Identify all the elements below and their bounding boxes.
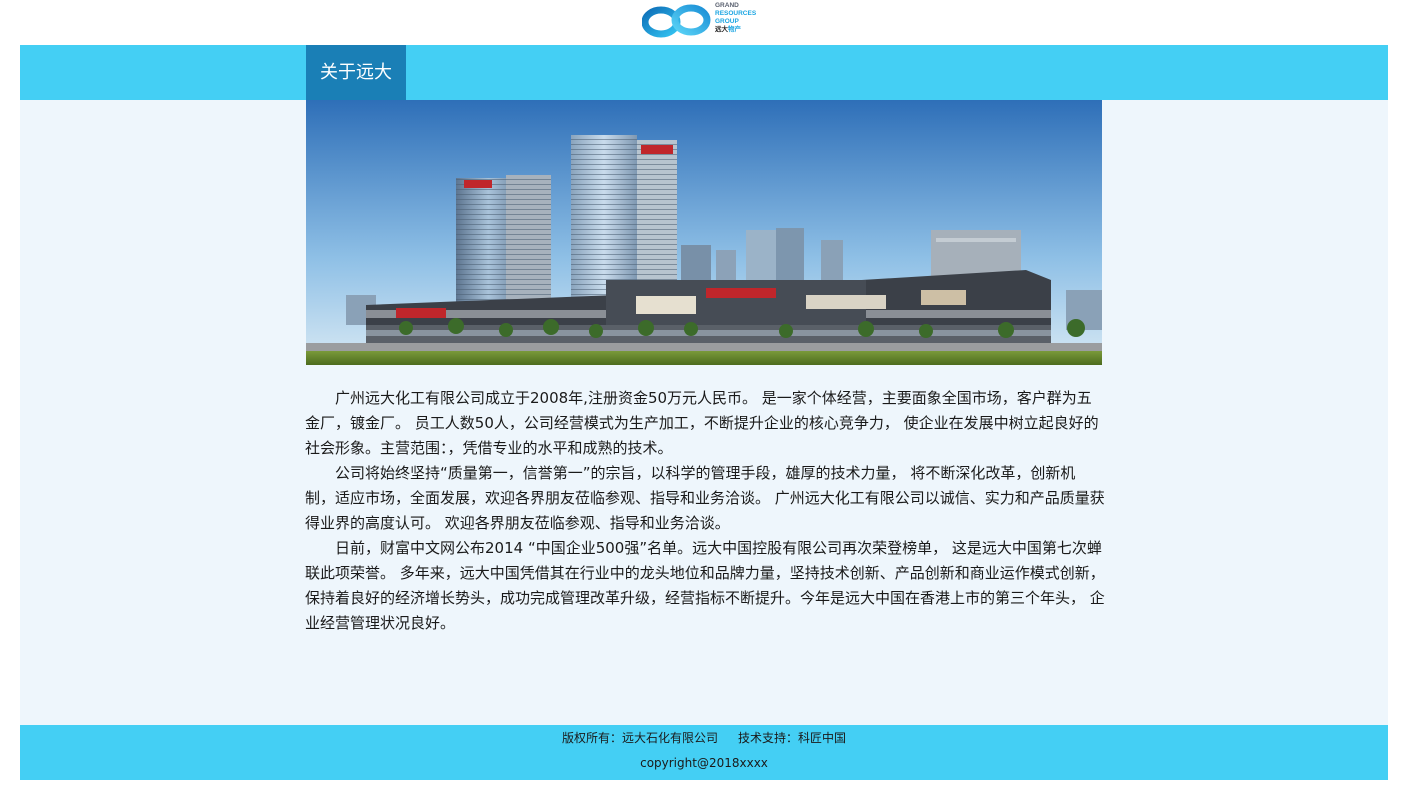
infinity-logo-icon [641, 4, 711, 38]
logo-line-resources: RESOURCES [715, 10, 757, 17]
nav-tab-about[interactable]: 关于远大 [306, 45, 406, 100]
footer-copyright: copyright@2018xxxx [640, 756, 768, 770]
logo-chinese-a: 远大 [715, 26, 728, 33]
site-header: GRAND RESOURCES GROUP 远大物产 [0, 0, 1410, 45]
building-illustration [306, 100, 1102, 365]
logo-line-chinese: 远大物产 [715, 26, 775, 34]
article-paragraph-2: 公司将始终坚持“质量第一，信誉第一”的宗旨，以科学的管理手段，雄厚的技术力量， … [305, 464, 1105, 532]
main-nav-bar: 关于远大 [20, 45, 1388, 100]
article-paragraph-3: 日前，财富中文网公布2014 “中国企业500强”名单。远大中国控股有限公司再次… [305, 539, 1105, 632]
company-logo[interactable]: GRAND RESOURCES GROUP 远大物产 [641, 2, 768, 42]
logo-line-grand: GRAND [715, 2, 739, 9]
footer-tech-support: 技术支持：科匠中国 [738, 731, 847, 745]
about-article: 广州远大化工有限公司成立于2008年,注册资金50万元人民币。 是一家个体经营，… [305, 386, 1105, 636]
logo-wordmark: GRAND RESOURCES GROUP 远大物产 [715, 2, 775, 34]
logo-line-group: GROUP [715, 18, 739, 25]
main-content: 广州远大化工有限公司成立于2008年,注册资金50万元人民币。 是一家个体经营，… [20, 100, 1388, 725]
footer-copyright-owner: 版权所有：远大石化有限公司 [561, 731, 718, 745]
logo-chinese-b: 物产 [728, 26, 741, 33]
footer-row-credits: 版权所有：远大石化有限公司 技术支持：科匠中国 [20, 730, 1388, 746]
hero-building-image [306, 100, 1102, 365]
article-paragraph-1: 广州远大化工有限公司成立于2008年,注册资金50万元人民币。 是一家个体经营，… [305, 389, 1099, 457]
site-footer: 版权所有：远大石化有限公司 技术支持：科匠中国 copyright@2018xxx… [20, 725, 1388, 780]
